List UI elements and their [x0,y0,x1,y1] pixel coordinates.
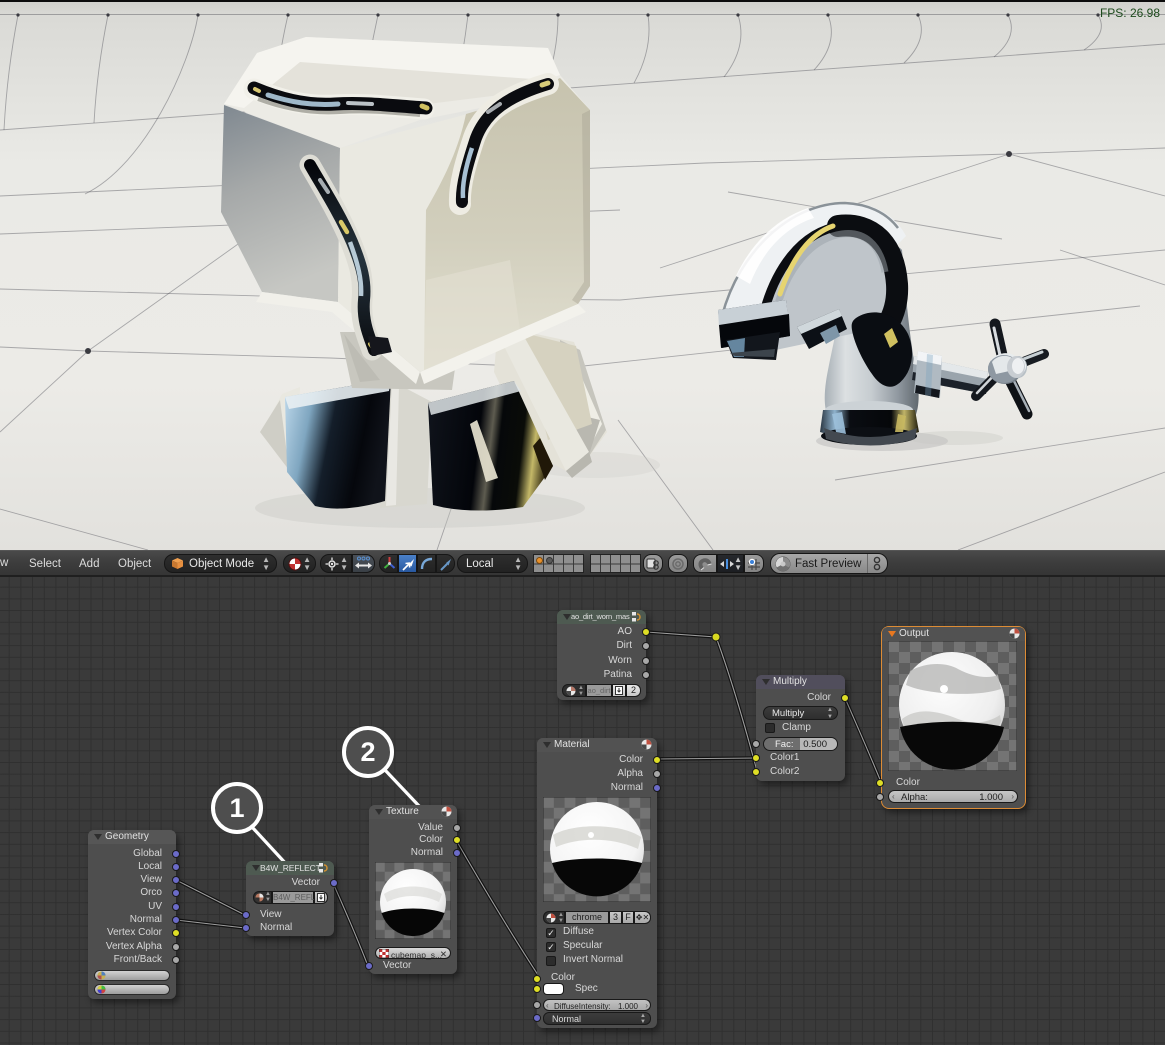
svg-text:FPS: 26.98: FPS: 26.98 [1100,6,1160,20]
